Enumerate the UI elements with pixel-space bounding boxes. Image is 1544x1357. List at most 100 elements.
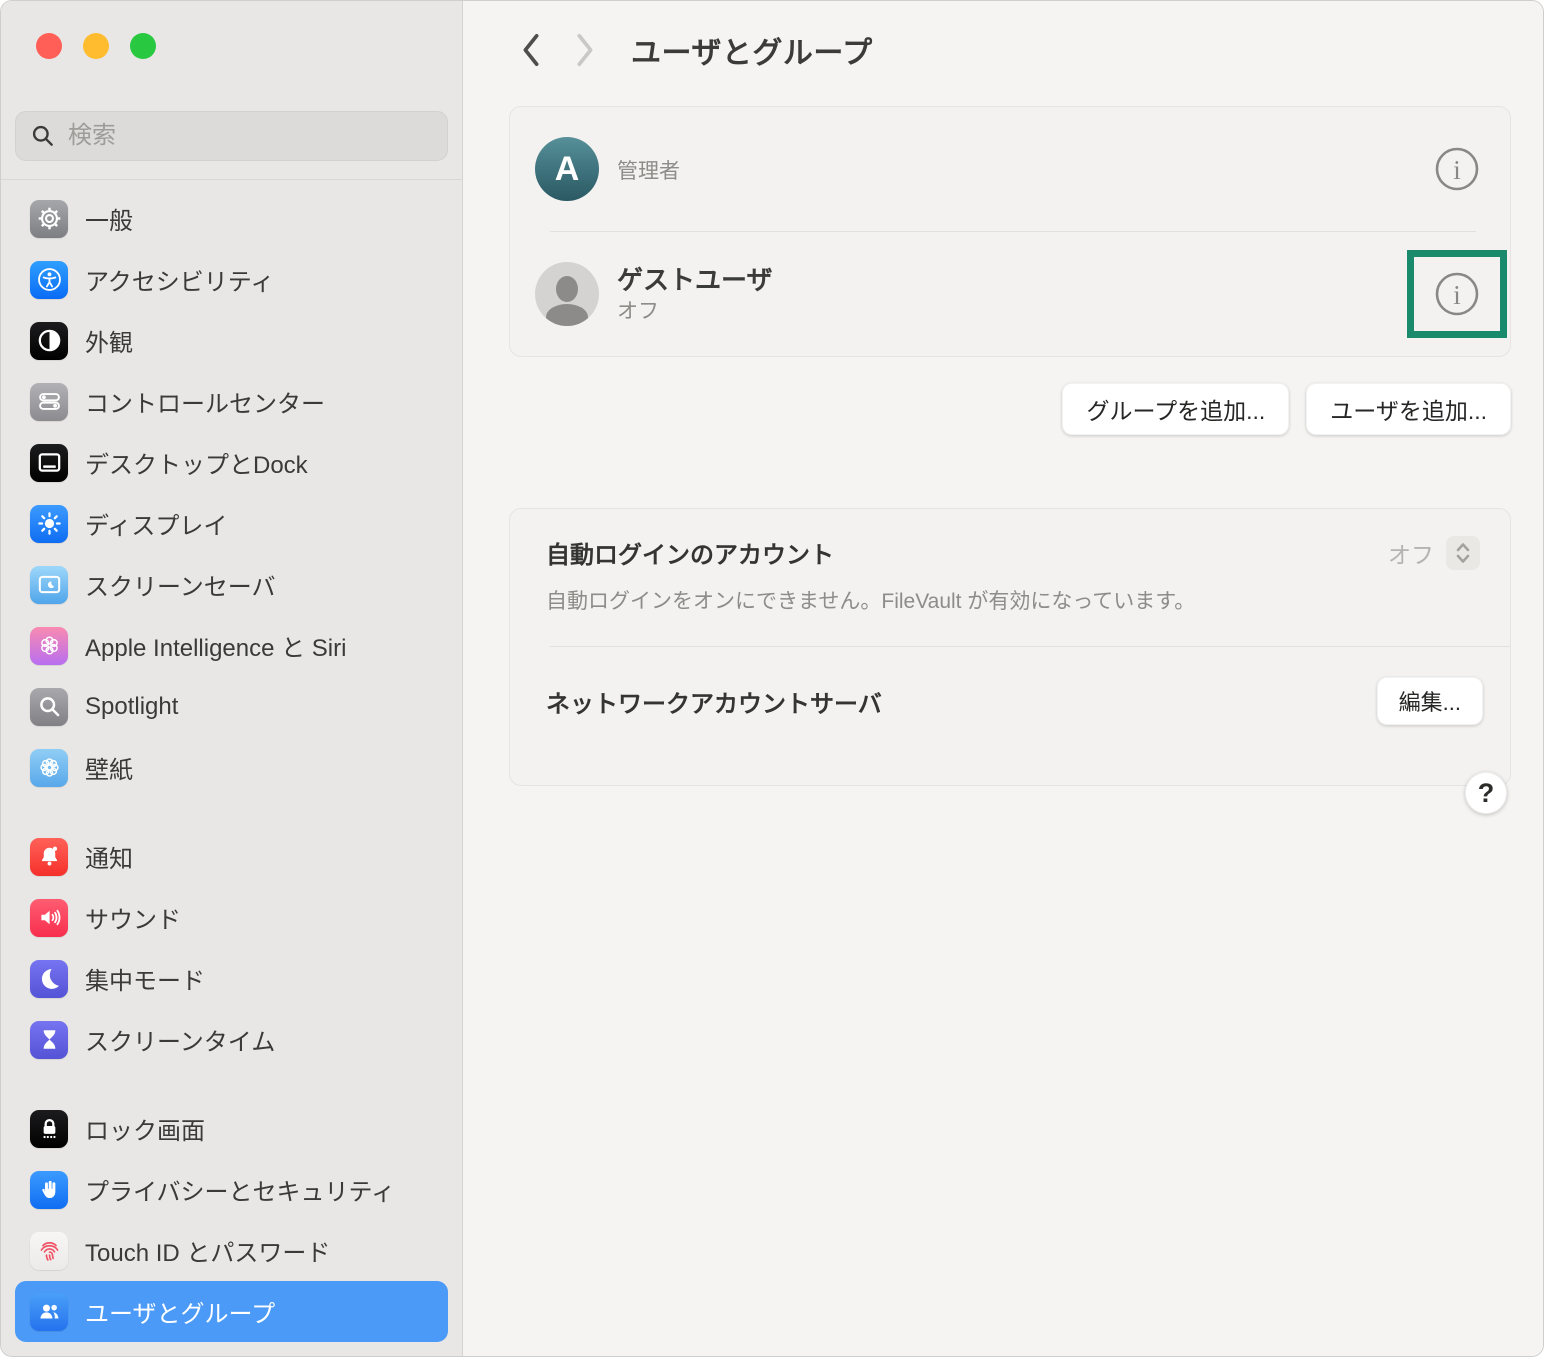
moon-icon <box>30 960 68 998</box>
admin-info-button[interactable]: i <box>1434 146 1480 192</box>
guest-name: ゲストユーザ <box>617 265 772 295</box>
sidebar-item-apple-intelligence[interactable]: Apple Intelligence と Siri <box>15 615 448 676</box>
info-icon: i <box>1434 146 1480 192</box>
sidebar-item-label: 一般 <box>85 201 133 236</box>
sidebar-item-general[interactable]: 一般 <box>15 188 448 249</box>
screensaver-icon <box>30 566 68 604</box>
sidebar-item-spotlight[interactable]: Spotlight <box>15 676 448 737</box>
sidebar-item-desktop-dock[interactable]: デスクトップとDock <box>15 432 448 493</box>
gear-icon <box>30 200 68 238</box>
admin-account-row[interactable]: A 管理者 i <box>510 107 1510 231</box>
bell-icon <box>30 838 68 876</box>
sidebar-nav: 一般アクセシビリティ外観コントロールセンターデスクトップとDock ディスプレイス… <box>1 180 462 1356</box>
sidebar-item-label: 壁紙 <box>85 750 133 785</box>
desktop-dock-icon <box>30 444 68 482</box>
sidebar-item-notifications[interactable]: 通知 <box>15 826 448 887</box>
sidebar-item-users-groups[interactable]: ユーザとグループ <box>15 1281 448 1342</box>
appearance-icon <box>30 322 68 360</box>
fingerprint-icon <box>30 1232 68 1270</box>
add-user-button[interactable]: ユーザを追加... <box>1306 383 1511 435</box>
annotation-highlight-box <box>1407 250 1507 338</box>
sidebar-item-sound[interactable]: サウンド <box>15 887 448 948</box>
wallpaper-icon <box>30 749 68 787</box>
network-server-label: ネットワークアカウントサーバ <box>546 684 882 719</box>
minimize-button[interactable] <box>83 33 109 59</box>
lock-icon <box>30 1110 68 1148</box>
sidebar-item-wallpaper[interactable]: 壁紙 <box>15 737 448 798</box>
sidebar-item-label: プライバシーとセキュリティ <box>85 1172 395 1207</box>
sidebar-item-label: ディスプレイ <box>85 506 227 541</box>
sidebar-item-control-center[interactable]: コントロールセンター <box>15 371 448 432</box>
sidebar-item-label: ユーザとグループ <box>85 1294 275 1329</box>
guest-avatar <box>535 262 599 326</box>
sidebar-group: 通知サウンド集中モードスクリーンタイム <box>15 826 448 1070</box>
forward-button[interactable] <box>563 28 607 72</box>
search-input[interactable] <box>68 122 433 150</box>
accessibility-icon <box>30 261 68 299</box>
sidebar-item-privacy[interactable]: プライバシーとセキュリティ <box>15 1159 448 1220</box>
zoom-button[interactable] <box>130 33 156 59</box>
sidebar-item-label: サウンド <box>85 900 181 935</box>
sidebar-item-label: 集中モード <box>85 961 205 996</box>
sidebar-item-lock-screen[interactable]: ロック画面 <box>15 1098 448 1159</box>
sidebar: 一般アクセシビリティ外観コントロールセンターデスクトップとDock ディスプレイス… <box>1 1 463 1356</box>
guest-status: オフ <box>617 300 772 324</box>
help-button[interactable]: ? <box>1465 772 1507 814</box>
sidebar-item-label: コントロールセンター <box>85 384 325 419</box>
main-content: ユーザとグループ A 管理者 i <box>463 1 1543 1356</box>
sidebar-item-label: Apple Intelligence と Siri <box>85 628 346 663</box>
sidebar-item-screen-time[interactable]: スクリーンタイム <box>15 1009 448 1070</box>
add-group-button[interactable]: グループを追加... <box>1062 383 1289 435</box>
users-icon <box>30 1293 68 1331</box>
sidebar-item-focus[interactable]: 集中モード <box>15 948 448 1009</box>
svg-text:i: i <box>1453 155 1461 185</box>
back-button[interactable] <box>509 28 553 72</box>
question-mark-icon: ? <box>1478 778 1495 809</box>
spotlight-icon <box>30 688 68 726</box>
sidebar-item-label: ロック画面 <box>85 1111 205 1146</box>
sidebar-item-label: アクセシビリティ <box>85 262 274 297</box>
sidebar-item-label: デスクトップとDock <box>85 445 308 480</box>
admin-role: 管理者 <box>617 160 680 184</box>
sidebar-item-label: Spotlight <box>85 693 178 721</box>
avatar-letter: A <box>555 150 580 189</box>
sidebar-item-label: Touch ID とパスワード <box>85 1233 330 1268</box>
sidebar-item-label: 通知 <box>85 839 133 874</box>
login-settings-card: 自動ログインのアカウント オフ 自動ログインをオンにできません。FileVaul… <box>509 508 1511 786</box>
sidebar-item-touch-id[interactable]: Touch ID とパスワード <box>15 1220 448 1281</box>
hourglass-icon <box>30 1021 68 1059</box>
sidebar-group: 一般アクセシビリティ外観コントロールセンターデスクトップとDock ディスプレイス… <box>15 188 448 798</box>
sidebar-item-accessibility[interactable]: アクセシビリティ <box>15 249 448 310</box>
auto-login-description: 自動ログインをオンにできません。FileVault が有効になっています。 <box>546 588 1480 616</box>
sidebar-item-label: スクリーンタイム <box>85 1022 275 1057</box>
sidebar-item-appearance[interactable]: 外観 <box>15 310 448 371</box>
chevron-left-icon <box>519 33 543 67</box>
auto-login-label: 自動ログインのアカウント <box>546 535 834 570</box>
control-center-icon <box>30 383 68 421</box>
system-settings-window: 一般アクセシビリティ外観コントロールセンターデスクトップとDock ディスプレイス… <box>0 0 1544 1357</box>
traffic-lights <box>1 1 462 59</box>
search-icon <box>30 123 56 149</box>
header: ユーザとグループ <box>509 27 1511 73</box>
chevron-right-icon <box>573 33 597 67</box>
intelligence-icon <box>30 627 68 665</box>
search-field[interactable] <box>15 111 448 161</box>
edit-network-server-button[interactable]: 編集... <box>1377 677 1483 725</box>
guest-info-button[interactable]: i <box>1434 271 1480 317</box>
sidebar-item-display[interactable]: ディスプレイ <box>15 493 448 554</box>
hand-icon <box>30 1171 68 1209</box>
guest-account-row[interactable]: ゲストユーザ オフ i <box>510 232 1510 356</box>
users-card: A 管理者 i ゲ <box>509 106 1511 357</box>
sidebar-item-label: スクリーンセーバ <box>85 567 276 602</box>
close-button[interactable] <box>36 33 62 59</box>
up-down-chevrons-icon <box>1453 541 1473 565</box>
auto-login-stepper[interactable] <box>1446 536 1480 570</box>
speaker-icon <box>30 899 68 937</box>
search-area <box>1 59 462 180</box>
sidebar-item-screensaver[interactable]: スクリーンセーバ <box>15 554 448 615</box>
admin-avatar: A <box>535 137 599 201</box>
account-actions: グループを追加... ユーザを追加... <box>509 383 1511 435</box>
display-icon <box>30 505 68 543</box>
page-title: ユーザとグループ <box>631 28 873 72</box>
auto-login-value: オフ <box>1388 536 1434 570</box>
